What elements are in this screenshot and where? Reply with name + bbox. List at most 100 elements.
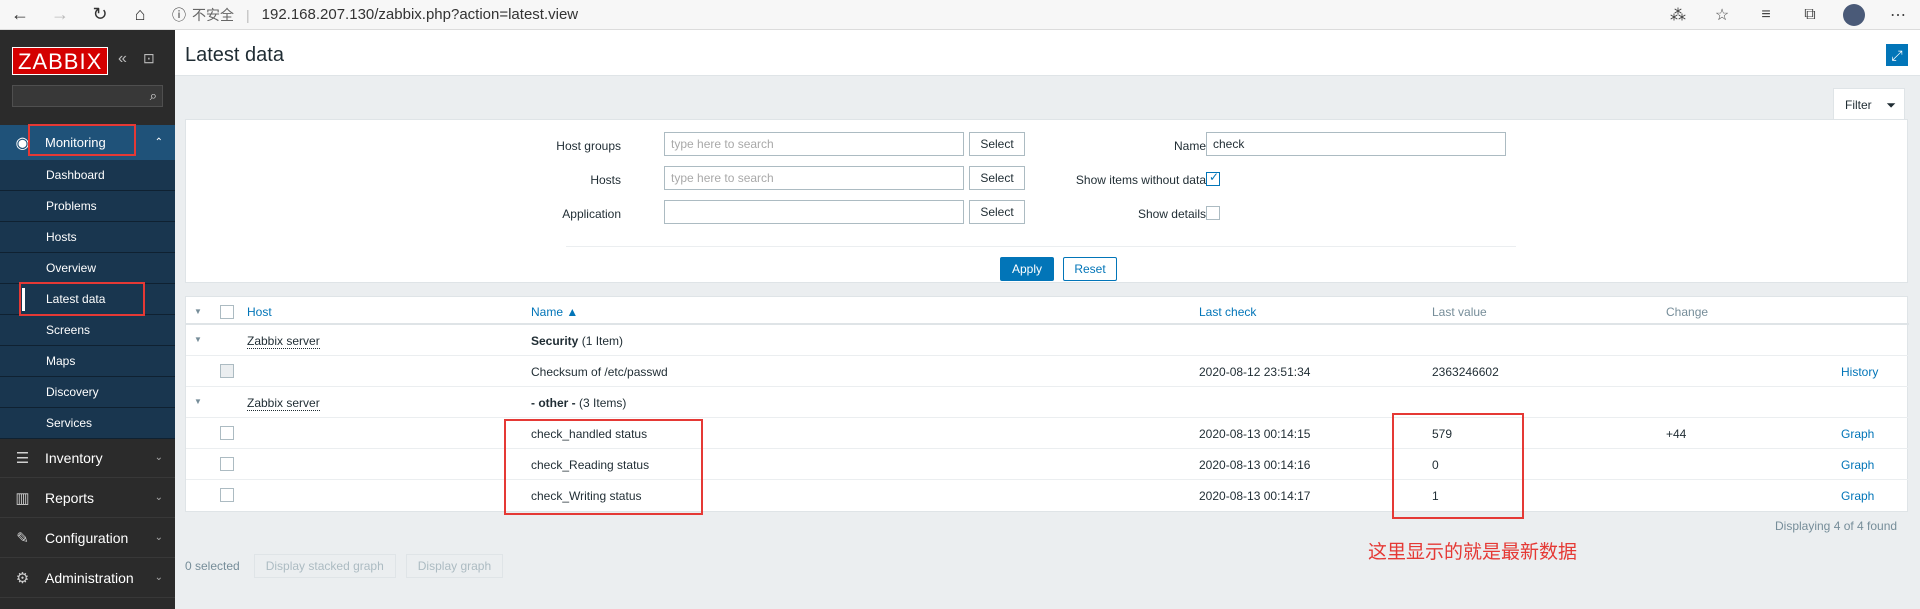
chevron-up-icon: ⌃ <box>154 137 163 148</box>
reset-button[interactable]: Reset <box>1063 257 1117 281</box>
fullscreen-icon[interactable]: ⤢ <box>1886 44 1908 66</box>
application-input[interactable] <box>664 200 964 224</box>
menu-reports[interactable]: ▥ Reports ⌄ <box>0 478 175 518</box>
application-label: Application <box>562 207 621 221</box>
forward-icon[interactable]: → <box>40 0 80 30</box>
submenu-hosts[interactable]: Hosts <box>0 222 175 253</box>
submenu-screens[interactable]: Screens <box>0 315 175 346</box>
favorite-icon[interactable]: ☆ <box>1700 5 1744 25</box>
row-checkbox[interactable] <box>220 426 234 440</box>
column-host[interactable]: Host <box>247 305 272 319</box>
back-icon[interactable]: ← <box>0 0 40 30</box>
host-groups-select-button[interactable]: Select <box>969 132 1025 156</box>
highlight-latest-data <box>19 282 145 316</box>
host-groups-input[interactable]: type here to search <box>664 132 964 156</box>
host-link[interactable]: Zabbix server <box>247 396 320 411</box>
show-without-data-checkbox[interactable] <box>1206 170 1220 186</box>
last-check: 2020-08-13 00:14:15 <box>1199 427 1311 441</box>
hosts-input[interactable]: type here to search <box>664 166 964 190</box>
submenu-discovery[interactable]: Discovery <box>0 377 175 408</box>
select-all-checkbox[interactable] <box>220 305 234 319</box>
row-checkbox <box>220 364 234 378</box>
menu-inventory[interactable]: ☰ Inventory ⌄ <box>0 438 175 478</box>
menu-configuration-label: Configuration <box>45 529 129 546</box>
display-stacked-graph-button[interactable]: Display stacked graph <box>253 554 396 578</box>
filter-tab-label: Filter <box>1845 98 1872 112</box>
gear-icon: ⚙ <box>15 569 30 587</box>
filter-tab[interactable]: Filter ⏷ <box>1833 88 1905 120</box>
bottom-actions: 0 selected Display stacked graph Display… <box>185 554 513 578</box>
last-check: 2020-08-13 00:14:16 <box>1199 458 1311 472</box>
submenu-services[interactable]: Services <box>0 408 175 439</box>
menu-configuration[interactable]: ✎ Configuration ⌄ <box>0 518 175 558</box>
highlight-last-values <box>1392 413 1524 519</box>
item-name: Checksum of /etc/passwd <box>531 365 668 379</box>
name-label: Name <box>1173 139 1206 153</box>
profile-avatar[interactable] <box>1843 4 1865 26</box>
last-check: 2020-08-12 23:51:34 <box>1199 365 1311 379</box>
last-check: 2020-08-13 00:14:17 <box>1199 489 1311 503</box>
funnel-icon: ⏷ <box>1886 98 1896 112</box>
submenu-dashboard[interactable]: Dashboard <box>0 160 175 191</box>
column-name[interactable]: Name ▲ <box>531 305 578 319</box>
selected-count: 0 selected <box>185 559 240 573</box>
filter-panel: Host groups type here to search Select H… <box>185 119 1908 283</box>
show-without-data-label: Show items without data <box>1075 173 1206 187</box>
apply-button[interactable]: Apply <box>1000 257 1054 281</box>
row-checkbox[interactable] <box>220 457 234 471</box>
submenu-overview[interactable]: Overview <box>0 253 175 284</box>
application-select-button[interactable]: Select <box>969 200 1025 224</box>
graph-link[interactable]: Graph <box>1841 489 1874 503</box>
wrench-icon: ✎ <box>16 529 29 547</box>
collapse-group-icon[interactable]: ▼ <box>194 335 202 344</box>
chevron-down-icon: ⌄ <box>154 452 163 463</box>
translate-icon[interactable]: ⁂ <box>1656 5 1700 25</box>
row-checkbox[interactable] <box>220 488 234 502</box>
filter-divider <box>566 246 1516 247</box>
table-row: check_Writing status 2020-08-13 00:14:17… <box>186 480 1909 511</box>
table-row: Checksum of /etc/passwd 2020-08-12 23:51… <box>186 356 1909 387</box>
submenu-maps[interactable]: Maps <box>0 346 175 377</box>
collapse-all-icon[interactable]: ▼ <box>194 307 202 316</box>
sidebar-search-input[interactable]: ⌕ <box>12 85 163 107</box>
item-count: (1 Item) <box>581 334 624 348</box>
host-groups-label: Host groups <box>556 139 621 153</box>
displaying-count: Displaying 4 of 4 found <box>1775 519 1898 533</box>
menu-administration[interactable]: ⚙ Administration ⌄ <box>0 558 175 598</box>
graph-link[interactable]: Graph <box>1841 458 1874 472</box>
info-icon: ⓘ <box>172 6 186 23</box>
column-last-check[interactable]: Last check <box>1199 305 1256 319</box>
page-header: Latest data ⤢ <box>175 30 1920 76</box>
show-details-checkbox[interactable] <box>1206 206 1220 220</box>
application-name: Security <box>531 334 579 348</box>
sidebar: ZABBIX « ⊡ ⌕ ◉ Monitoring ⌃ Dashboard Pr… <box>0 30 175 609</box>
kiosk-sidebar-icon[interactable]: ⊡ <box>143 50 155 67</box>
favorites-list-icon[interactable]: ≡ <box>1744 6 1788 24</box>
address-bar[interactable]: ⓘ 不安全 | 192.168.207.130/zabbix.php?actio… <box>172 5 578 25</box>
submenu-problems[interactable]: Problems <box>0 191 175 222</box>
menu-reports-label: Reports <box>45 489 95 506</box>
highlight-item-names <box>504 419 703 515</box>
annotation-text: 这里显示的就是最新数据 <box>1368 541 1578 563</box>
url-text[interactable]: 192.168.207.130/zabbix.php?action=latest… <box>262 6 579 23</box>
bar-chart-icon: ▥ <box>15 489 30 507</box>
item-count: (3 Items) <box>579 396 627 410</box>
collapse-group-icon[interactable]: ▼ <box>194 397 202 406</box>
latest-data-table: ▼ Host Name ▲ Last check Last value Chan… <box>185 296 1909 512</box>
refresh-icon[interactable]: ↻ <box>80 0 120 30</box>
home-icon[interactable]: ⌂ <box>120 0 160 30</box>
more-icon[interactable]: ⋯ <box>1876 5 1920 25</box>
graph-link[interactable]: Graph <box>1841 427 1874 441</box>
table-row: check_handled status 2020-08-13 00:14:15… <box>186 418 1909 449</box>
menu-administration-label: Administration <box>45 569 134 586</box>
browser-toolbar: ← → ↻ ⌂ ⓘ 不安全 | 192.168.207.130/zabbix.p… <box>0 0 1920 30</box>
name-input[interactable]: check <box>1206 132 1506 156</box>
display-graph-button[interactable]: Display graph <box>405 554 504 578</box>
history-link[interactable]: History <box>1841 365 1878 379</box>
collapse-sidebar-icon[interactable]: « <box>118 50 127 68</box>
search-icon[interactable]: ⌕ <box>150 88 157 104</box>
last-value: 2363246602 <box>1432 365 1499 379</box>
host-link[interactable]: Zabbix server <box>247 334 320 349</box>
zabbix-logo[interactable]: ZABBIX <box>12 47 109 75</box>
collections-icon[interactable]: ⧉ <box>1788 6 1832 24</box>
